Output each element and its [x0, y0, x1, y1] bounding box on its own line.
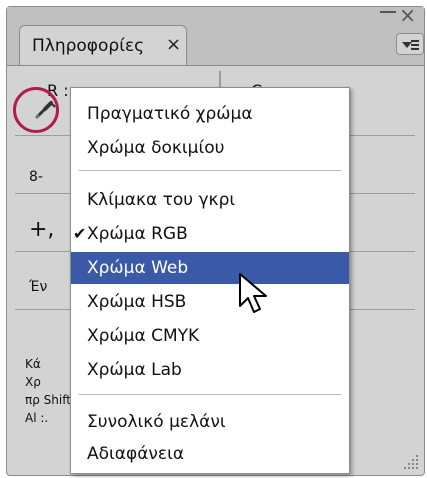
minimize-icon[interactable] — [380, 11, 396, 13]
menu-item-lab-color[interactable]: Χρώμα Lab — [71, 354, 349, 386]
window-frame: Πληροφορίες × × R : C : — [0, 0, 427, 478]
menu-separator — [79, 394, 341, 395]
tab-close-icon[interactable]: × — [166, 34, 181, 55]
menu-lines-icon — [411, 40, 419, 50]
menu-item-label: Χρώμα HSB — [87, 292, 187, 312]
panel-tabbar: Πληροφορίες × × — [7, 3, 424, 66]
mouse-pointer-icon — [239, 273, 267, 313]
menu-item-actual-color[interactable]: Πραγματικό χρώμα — [71, 98, 349, 130]
menu-item-grayscale[interactable]: Κλίμακα του γκρι — [71, 184, 349, 216]
menu-item-proof-color[interactable]: Χρώμα δοκιμίου — [71, 132, 349, 164]
menu-item-label: Χρώμα Web — [87, 258, 189, 278]
resize-grip-icon[interactable] — [402, 453, 420, 471]
menu-item-label: Πραγματικό χρώμα — [87, 104, 253, 124]
menu-item-label: Χρώμα RGB — [87, 224, 188, 244]
close-icon[interactable]: × — [399, 3, 416, 27]
menu-item-web-color[interactable]: Χρώμα Web — [71, 252, 349, 284]
menu-item-rgb-color[interactable]: ✔ Χρώμα RGB — [71, 218, 349, 250]
menu-item-label: Κλίμακα του γκρι — [87, 190, 236, 210]
menu-item-label: Χρώμα Lab — [87, 360, 182, 380]
menu-item-label: Χρώμα CMYK — [87, 326, 200, 346]
menu-item-label: Χρώμα δοκιμίου — [87, 138, 225, 158]
checkmark-icon: ✔ — [73, 224, 87, 243]
menu-item-opacity[interactable]: Αδιαφάνεια — [71, 438, 349, 470]
menu-item-cmyk-color[interactable]: Χρώμα CMYK — [71, 320, 349, 352]
menu-item-label: Αδιαφάνεια — [87, 444, 185, 464]
menu-item-label: Συνολικό μελάνι — [87, 412, 226, 432]
panel-menu-icon[interactable] — [396, 33, 424, 55]
eyedropper-icon[interactable] — [33, 97, 57, 121]
bit-depth-label: 8- — [29, 169, 43, 185]
tab-info-label: Πληροφορίες — [32, 36, 145, 56]
menu-item-total-ink[interactable]: Συνολικό μελάνι — [71, 406, 349, 438]
menu-item-hsb-color[interactable]: Χρώμα HSB — [71, 286, 349, 318]
document-info-label: Έν — [29, 279, 48, 295]
menu-separator — [79, 170, 341, 171]
color-mode-menu: Πραγματικό χρώμα Χρώμα δοκιμίου Κλίμακα … — [70, 87, 350, 474]
crosshair-icon[interactable]: +, — [29, 217, 54, 242]
tab-info[interactable]: Πληροφορίες × — [19, 25, 187, 65]
